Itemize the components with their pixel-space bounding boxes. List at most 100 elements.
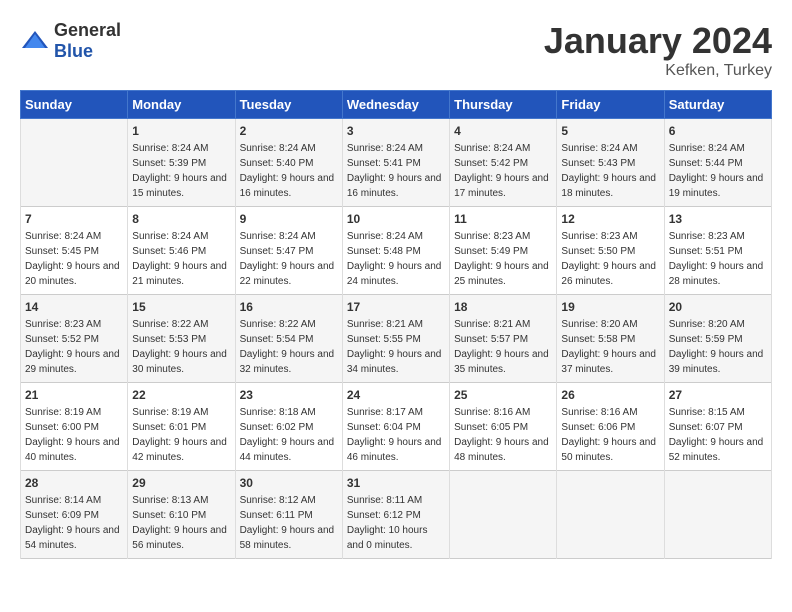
day-content: Sunrise: 8:23 AMSunset: 5:50 PMDaylight:… — [561, 229, 659, 289]
sunrise-text: Sunrise: 8:23 AM — [561, 229, 659, 244]
sunrise-text: Sunrise: 8:15 AM — [669, 405, 767, 420]
sunrise-text: Sunrise: 8:24 AM — [454, 141, 552, 156]
sunrise-text: Sunrise: 8:21 AM — [454, 317, 552, 332]
day-content: Sunrise: 8:15 AMSunset: 6:07 PMDaylight:… — [669, 405, 767, 465]
sunset-text: Sunset: 6:01 PM — [132, 420, 230, 435]
sunrise-text: Sunrise: 8:14 AM — [25, 493, 123, 508]
day-content: Sunrise: 8:13 AMSunset: 6:10 PMDaylight:… — [132, 493, 230, 553]
daylight-text: Daylight: 9 hours and 50 minutes. — [561, 435, 659, 465]
week-row-1: 1Sunrise: 8:24 AMSunset: 5:39 PMDaylight… — [21, 119, 772, 207]
day-cell: 5Sunrise: 8:24 AMSunset: 5:43 PMDaylight… — [557, 119, 664, 207]
day-cell: 18Sunrise: 8:21 AMSunset: 5:57 PMDayligh… — [450, 295, 557, 383]
day-number: 25 — [454, 388, 552, 402]
day-number: 8 — [132, 212, 230, 226]
sunset-text: Sunset: 6:04 PM — [347, 420, 445, 435]
day-content: Sunrise: 8:18 AMSunset: 6:02 PMDaylight:… — [240, 405, 338, 465]
day-cell: 6Sunrise: 8:24 AMSunset: 5:44 PMDaylight… — [664, 119, 771, 207]
header: General Blue January 2024 Kefken, Turkey — [20, 20, 772, 80]
day-content: Sunrise: 8:21 AMSunset: 5:57 PMDaylight:… — [454, 317, 552, 377]
daylight-text: Daylight: 9 hours and 54 minutes. — [25, 523, 123, 553]
day-content: Sunrise: 8:24 AMSunset: 5:44 PMDaylight:… — [669, 141, 767, 201]
day-cell: 29Sunrise: 8:13 AMSunset: 6:10 PMDayligh… — [128, 471, 235, 559]
logo-text: General Blue — [54, 20, 121, 62]
sunrise-text: Sunrise: 8:23 AM — [25, 317, 123, 332]
daylight-text: Daylight: 9 hours and 21 minutes. — [132, 259, 230, 289]
day-cell: 8 Sunrise: 8:24 AMSunset: 5:46 PMDaylight… — [128, 207, 235, 295]
day-number: 22 — [132, 388, 230, 402]
weekday-header-tuesday: Tuesday — [235, 91, 342, 119]
day-content: Sunrise: 8:24 AMSunset: 5:46 PMDaylight:… — [132, 229, 230, 289]
day-content: Sunrise: 8:21 AMSunset: 5:55 PMDaylight:… — [347, 317, 445, 377]
day-cell: 17 Sunrise: 8:21 AMSunset: 5:55 PMDayligh… — [342, 295, 449, 383]
sunset-text: Sunset: 6:10 PM — [132, 508, 230, 523]
weekday-header-saturday: Saturday — [664, 91, 771, 119]
sunset-text: Sunset: 6:11 PM — [240, 508, 338, 523]
day-cell: 2Sunrise: 8:24 AMSunset: 5:40 PMDaylight… — [235, 119, 342, 207]
sunrise-text: Sunrise: 8:23 AM — [454, 229, 552, 244]
daylight-text: Daylight: 9 hours and 56 minutes. — [132, 523, 230, 553]
day-cell: 25 Sunrise: 8:16 AMSunset: 6:05 PMDayligh… — [450, 383, 557, 471]
daylight-text: Daylight: 9 hours and 26 minutes. — [561, 259, 659, 289]
calendar-table: SundayMondayTuesdayWednesdayThursdayFrid… — [20, 90, 772, 559]
daylight-text: Daylight: 9 hours and 19 minutes. — [669, 171, 767, 201]
day-number: 15 — [132, 300, 230, 314]
daylight-text: Daylight: 10 hours and 0 minutes. — [347, 523, 445, 553]
daylight-text: Daylight: 9 hours and 24 minutes. — [347, 259, 445, 289]
sunrise-text: Sunrise: 8:24 AM — [132, 141, 230, 156]
weekday-header-wednesday: Wednesday — [342, 91, 449, 119]
sunrise-text: Sunrise: 8:24 AM — [347, 141, 445, 156]
logo-general: General — [54, 20, 121, 40]
day-number: 12 — [561, 212, 659, 226]
day-number: 10 — [347, 212, 445, 226]
sunset-text: Sunset: 5:47 PM — [240, 244, 338, 259]
daylight-text: Daylight: 9 hours and 29 minutes. — [25, 347, 123, 377]
day-content: Sunrise: 8:24 AMSunset: 5:45 PMDaylight:… — [25, 229, 123, 289]
day-number: 24 — [347, 388, 445, 402]
weekday-header-thursday: Thursday — [450, 91, 557, 119]
day-cell: 16Sunrise: 8:22 AMSunset: 5:54 PMDayligh… — [235, 295, 342, 383]
day-number: 9 — [240, 212, 338, 226]
sunset-text: Sunset: 5:49 PM — [454, 244, 552, 259]
sunset-text: Sunset: 5:52 PM — [25, 332, 123, 347]
daylight-text: Daylight: 9 hours and 20 minutes. — [25, 259, 123, 289]
day-content: Sunrise: 8:16 AMSunset: 6:05 PMDaylight:… — [454, 405, 552, 465]
sunset-text: Sunset: 5:39 PM — [132, 156, 230, 171]
sunset-text: Sunset: 6:02 PM — [240, 420, 338, 435]
day-content: Sunrise: 8:14 AMSunset: 6:09 PMDaylight:… — [25, 493, 123, 553]
sunrise-text: Sunrise: 8:20 AM — [669, 317, 767, 332]
day-cell: 30 Sunrise: 8:12 AMSunset: 6:11 PMDayligh… — [235, 471, 342, 559]
day-number: 19 — [561, 300, 659, 314]
daylight-text: Daylight: 9 hours and 30 minutes. — [132, 347, 230, 377]
logo-blue: Blue — [54, 41, 93, 61]
daylight-text: Daylight: 9 hours and 42 minutes. — [132, 435, 230, 465]
daylight-text: Daylight: 9 hours and 35 minutes. — [454, 347, 552, 377]
day-content: Sunrise: 8:23 AMSunset: 5:52 PMDaylight:… — [25, 317, 123, 377]
daylight-text: Daylight: 9 hours and 15 minutes. — [132, 171, 230, 201]
daylight-text: Daylight: 9 hours and 25 minutes. — [454, 259, 552, 289]
day-cell: 4Sunrise: 8:24 AMSunset: 5:42 PMDaylight… — [450, 119, 557, 207]
day-cell: 1Sunrise: 8:24 AMSunset: 5:39 PMDaylight… — [128, 119, 235, 207]
sunrise-text: Sunrise: 8:17 AM — [347, 405, 445, 420]
day-number: 30 — [240, 476, 338, 490]
sunrise-text: Sunrise: 8:24 AM — [25, 229, 123, 244]
day-cell: 10Sunrise: 8:24 AMSunset: 5:48 PMDayligh… — [342, 207, 449, 295]
sunset-text: Sunset: 5:40 PM — [240, 156, 338, 171]
day-number: 26 — [561, 388, 659, 402]
sunset-text: Sunset: 5:51 PM — [669, 244, 767, 259]
day-number: 17 — [347, 300, 445, 314]
day-content: Sunrise: 8:12 AMSunset: 6:11 PMDaylight:… — [240, 493, 338, 553]
day-cell: 28Sunrise: 8:14 AMSunset: 6:09 PMDayligh… — [21, 471, 128, 559]
weekday-header-sunday: Sunday — [21, 91, 128, 119]
weekday-header-monday: Monday — [128, 91, 235, 119]
week-row-5: 28Sunrise: 8:14 AMSunset: 6:09 PMDayligh… — [21, 471, 772, 559]
day-content: Sunrise: 8:20 AMSunset: 5:58 PMDaylight:… — [561, 317, 659, 377]
sunset-text: Sunset: 5:59 PM — [669, 332, 767, 347]
sunrise-text: Sunrise: 8:13 AM — [132, 493, 230, 508]
sunrise-text: Sunrise: 8:24 AM — [561, 141, 659, 156]
daylight-text: Daylight: 9 hours and 46 minutes. — [347, 435, 445, 465]
sunset-text: Sunset: 5:58 PM — [561, 332, 659, 347]
sunrise-text: Sunrise: 8:24 AM — [240, 141, 338, 156]
day-content: Sunrise: 8:20 AMSunset: 5:59 PMDaylight:… — [669, 317, 767, 377]
day-number: 3 — [347, 124, 445, 138]
sunset-text: Sunset: 6:06 PM — [561, 420, 659, 435]
